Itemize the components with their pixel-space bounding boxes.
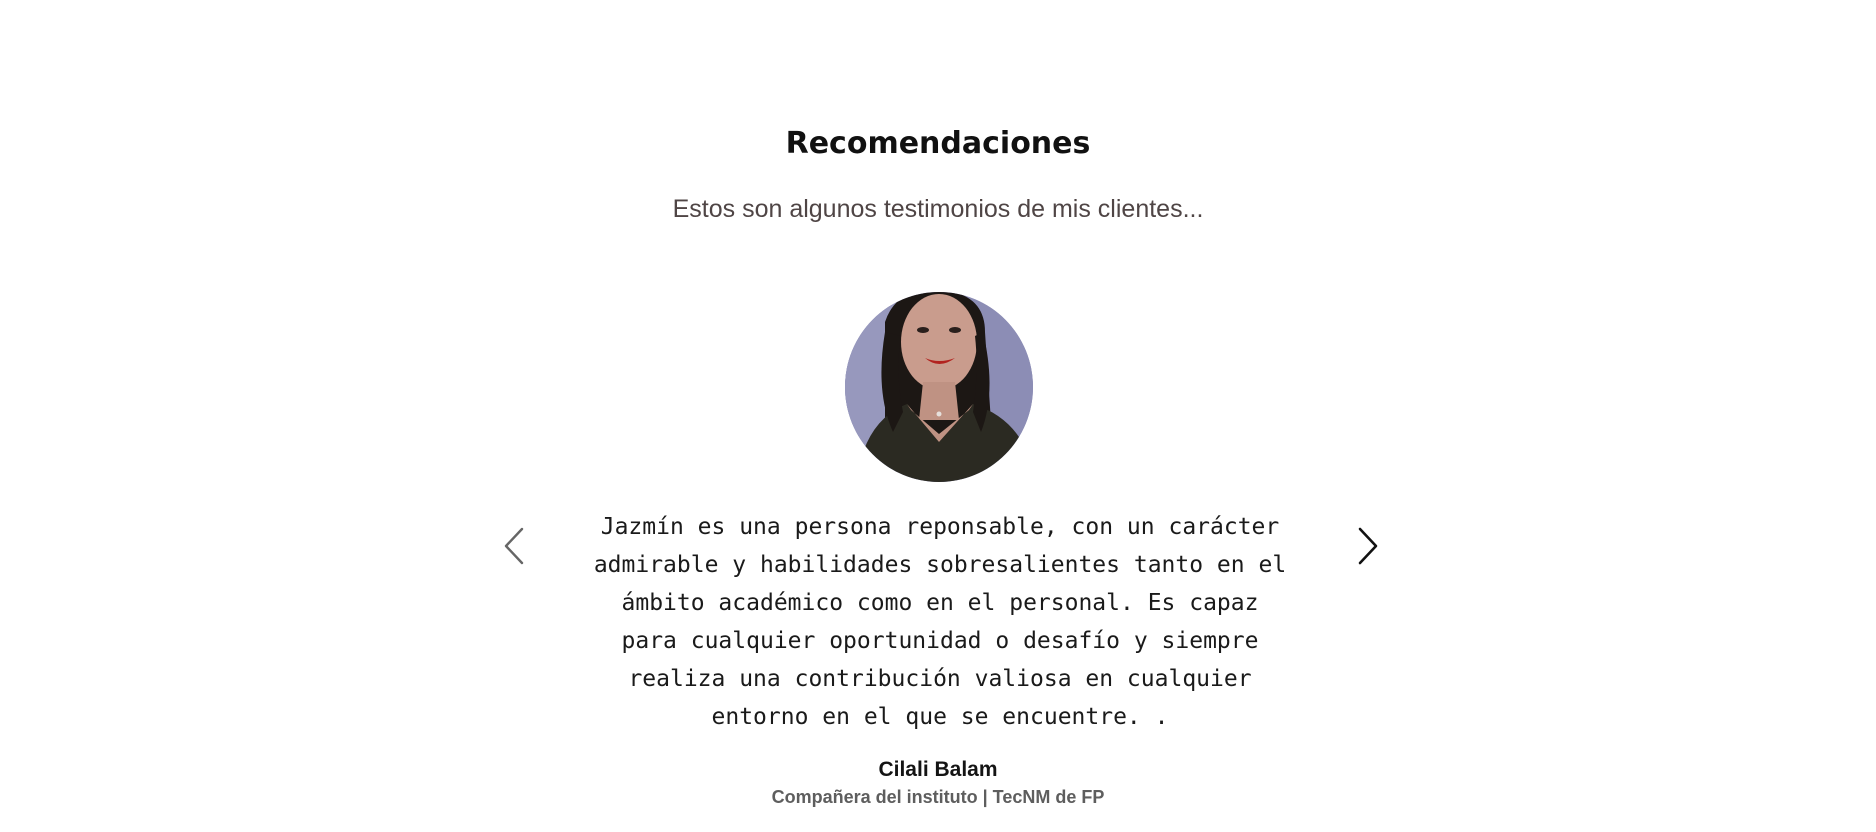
testimonial-quote: Jazmín es una persona reponsable, con un… [593,514,1287,730]
testimonial-author-role: Compañera del instituto | TecNM de FP [771,787,1105,807]
avatar-photo [845,292,1033,482]
testimonial-avatar [845,292,1033,482]
section-subtitle: Estos son algunos testimonios de mis cli… [672,195,1204,223]
recommendations-section: Recomendaciones Estos son algunos testim… [0,0,1876,832]
chevron-right-icon [1358,527,1378,565]
testimonial-author-name: Cilali Balam [878,758,998,781]
carousel-prev-button[interactable] [496,522,532,570]
section-title: Recomendaciones [785,126,1091,161]
chevron-left-icon [504,527,524,565]
carousel-next-button[interactable] [1350,522,1386,570]
